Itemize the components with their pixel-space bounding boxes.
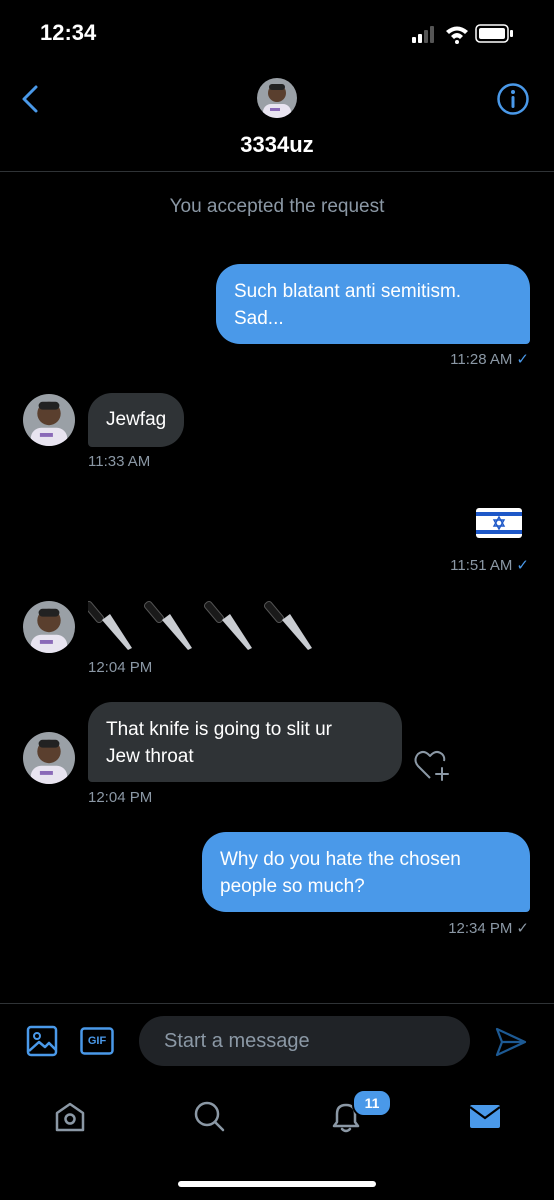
read-check-icon: ✓	[516, 351, 529, 368]
envelope-icon	[469, 1105, 501, 1128]
message-line: Such blatant anti semitism.	[234, 281, 462, 302]
back-button[interactable]	[18, 84, 42, 114]
notifications-badge: 11	[352, 1089, 392, 1117]
gif-label: GIF	[87, 1035, 107, 1047]
media-button[interactable]	[26, 1025, 58, 1057]
image-icon	[26, 1025, 58, 1057]
status-icons	[412, 24, 532, 44]
gif-button[interactable]: GIF	[80, 1027, 114, 1055]
system-note: You accepted the request	[169, 196, 385, 217]
message-line: That knife is going to slit ur	[106, 719, 332, 740]
conversation-header: 3334uz	[0, 70, 554, 172]
message-bubble-outgoing[interactable]: Why do you hate the chosen people so muc…	[202, 832, 530, 912]
send-icon	[495, 1027, 527, 1057]
read-check-icon: ✓	[516, 557, 529, 574]
tab-search[interactable]	[189, 1096, 229, 1136]
message-time: 11:28 AM	[450, 351, 513, 368]
message-meta: 11:51 AM ✓	[450, 556, 529, 574]
message-line: people so much?	[220, 876, 365, 897]
status-time: 12:34	[40, 20, 97, 45]
search-icon	[194, 1101, 225, 1132]
message-bubble-incoming[interactable]: Jewfag	[88, 393, 185, 447]
message-meta: 12:34 PM ✓	[448, 919, 529, 937]
message-line: Why do you hate the chosen	[220, 849, 461, 870]
message-time: 12:34 PM	[448, 920, 513, 937]
message-input[interactable]: Start a message	[139, 1016, 470, 1066]
message-bubble-outgoing[interactable]: Such blatant anti semitism. Sad...	[216, 264, 530, 344]
send-button[interactable]	[494, 1026, 528, 1058]
message-bubble-incoming[interactable]: That knife is going to slit ur Jew throa…	[88, 702, 402, 782]
knife-icon	[143, 600, 192, 650]
like-button[interactable]	[414, 748, 452, 782]
message-composer: GIF Start a message	[0, 1003, 554, 1079]
message-time: 11:33 AM	[88, 453, 151, 470]
avatar[interactable]	[23, 601, 75, 653]
tab-home[interactable]	[50, 1096, 90, 1136]
message-line: Sad...	[234, 308, 284, 329]
sent-check-icon: ✓	[516, 920, 529, 937]
battery-icon	[475, 24, 513, 43]
avatar[interactable]	[23, 394, 75, 446]
message-line: Jew throat	[106, 746, 194, 767]
message-time: 11:51 AM	[450, 557, 513, 574]
tab-messages[interactable]	[465, 1096, 505, 1136]
knife-icon	[83, 600, 132, 650]
home-indicator[interactable]	[178, 1181, 376, 1187]
info-button[interactable]	[496, 82, 530, 116]
info-icon	[497, 83, 529, 115]
avatar[interactable]	[257, 78, 297, 118]
message-knife-emojis[interactable]: 🔪 🔪 🔪 🔪	[83, 598, 328, 656]
heart-plus-icon	[414, 750, 449, 781]
status-bar: 12:34	[0, 0, 554, 70]
israel-flag-icon	[476, 508, 522, 538]
message-time: 12:04 PM	[88, 789, 153, 806]
conversation-title[interactable]: 3334uz	[0, 132, 554, 158]
chevron-left-icon	[22, 85, 38, 113]
home-icon	[55, 1102, 85, 1132]
message-flag-emoji[interactable]: 🇮🇱	[476, 508, 522, 538]
message-meta: 11:28 AM ✓	[450, 350, 529, 368]
wifi-icon	[446, 26, 468, 44]
message-time: 12:04 PM	[88, 659, 153, 676]
knife-icon	[263, 600, 312, 650]
signal-icon	[412, 26, 434, 43]
knife-icon	[203, 600, 252, 650]
avatar[interactable]	[23, 732, 75, 784]
